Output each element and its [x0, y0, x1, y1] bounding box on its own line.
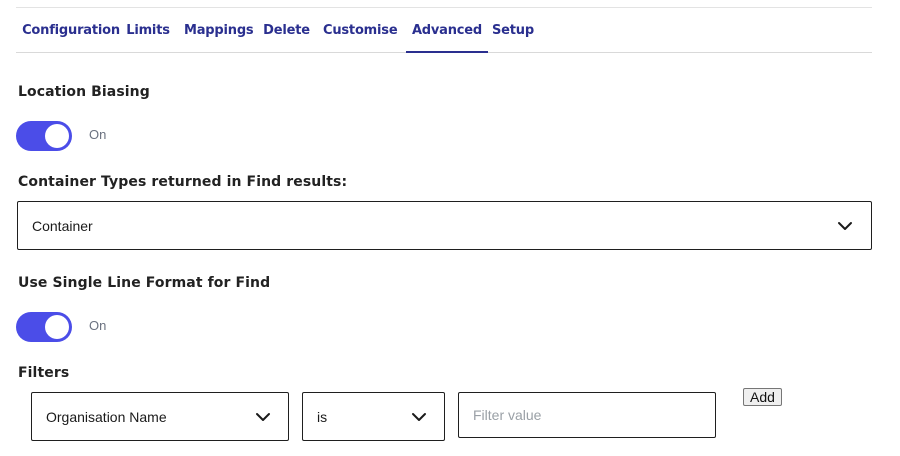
tab-limits[interactable]: Limits	[124, 8, 172, 53]
single-line-format-state: On	[89, 318, 107, 333]
chevron-down-icon	[838, 221, 852, 230]
tab-setup[interactable]: Setup	[492, 8, 534, 53]
tab-customise[interactable]: Customise	[323, 8, 398, 53]
filter-operator-select[interactable]: is	[302, 392, 445, 441]
tab-advanced[interactable]: Advanced	[406, 8, 488, 53]
add-filter-button[interactable]: Add	[743, 388, 782, 406]
container-types-select[interactable]: Container	[17, 201, 872, 250]
chevron-down-icon	[256, 412, 270, 421]
location-biasing-toggle[interactable]	[16, 121, 72, 151]
location-biasing-state: On	[89, 127, 107, 142]
filters-label: Filters	[18, 365, 70, 381]
tab-delete[interactable]: Delete	[263, 8, 310, 53]
tab-mappings[interactable]: Mappings	[184, 8, 254, 53]
container-types-selected: Container	[32, 217, 93, 234]
filter-field-select[interactable]: Organisation Name	[31, 392, 289, 441]
chevron-down-icon	[412, 412, 426, 421]
tab-configuration[interactable]: Configuration	[16, 8, 126, 53]
filter-operator-selected: is	[317, 408, 328, 425]
location-biasing-label: Location Biasing	[18, 84, 150, 100]
toggle-knob	[45, 315, 69, 339]
filter-field-selected: Organisation Name	[46, 408, 167, 425]
single-line-format-label: Use Single Line Format for Find	[18, 275, 271, 291]
tab-bar: Configuration Limits Mappings Delete Cus…	[16, 8, 872, 53]
filter-value-input[interactable]	[458, 392, 716, 438]
toggle-knob	[45, 124, 69, 148]
single-line-format-toggle[interactable]	[16, 312, 72, 342]
container-types-label: Container Types returned in Find results…	[18, 174, 348, 190]
